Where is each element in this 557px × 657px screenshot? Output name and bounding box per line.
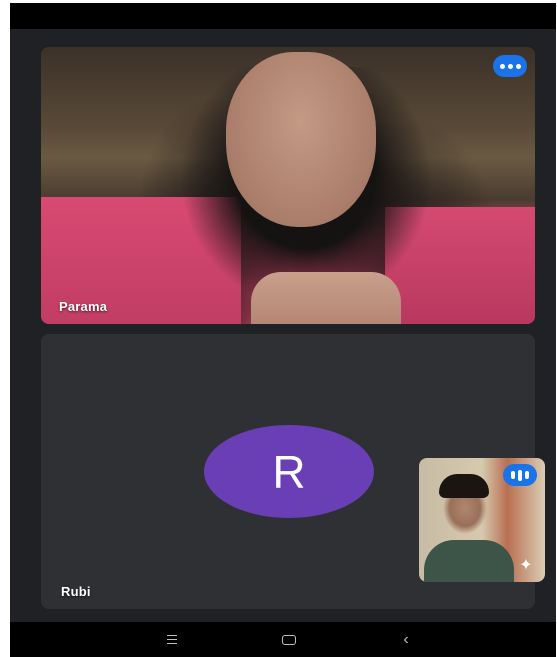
audio-level-icon <box>511 471 515 479</box>
avatar: R <box>204 425 374 518</box>
participant-video <box>41 47 535 324</box>
recents-icon <box>167 635 177 644</box>
recents-button[interactable] <box>152 622 192 657</box>
sparkle-icon: ✦ <box>519 557 533 574</box>
participant-tile-parama[interactable]: Parama <box>41 47 535 324</box>
home-button[interactable] <box>269 622 309 657</box>
participant-name: Rubi <box>61 584 91 599</box>
participant-name: Parama <box>59 299 108 314</box>
back-icon: ‹ <box>403 630 409 648</box>
more-options-icon <box>499 63 505 69</box>
more-options-button[interactable] <box>493 55 527 77</box>
status-bar <box>10 3 556 29</box>
navigation-bar: ‹ <box>10 622 556 657</box>
self-view-audio-button[interactable] <box>503 464 537 486</box>
back-button[interactable]: ‹ <box>386 622 426 657</box>
video-call-screen: Parama R Rubi ✦ ‹ <box>10 3 556 657</box>
self-view-tile[interactable]: ✦ <box>419 458 545 582</box>
effects-button[interactable]: ✦ <box>513 554 539 576</box>
home-icon <box>282 634 296 645</box>
